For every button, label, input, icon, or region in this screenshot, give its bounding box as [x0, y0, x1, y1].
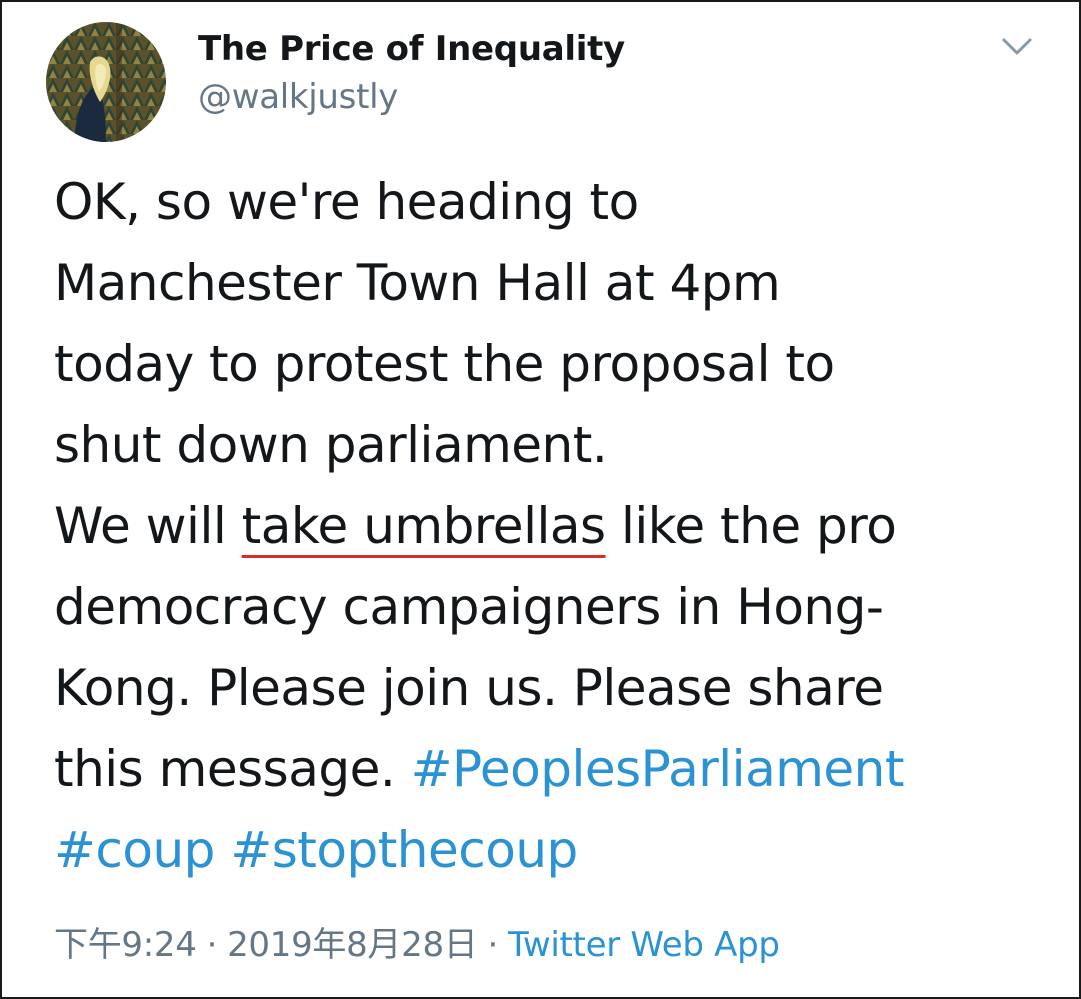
avatar[interactable]	[46, 22, 166, 142]
tweet-text-line: #coup #stopthecoup	[54, 810, 1054, 891]
hashtag-peoples-parliament[interactable]: #PeoplesParliament	[411, 740, 905, 798]
tweet-text-line: democracy campaigners in Hong-	[54, 578, 884, 636]
tweet-text-line: today to protest the proposal to	[54, 335, 835, 393]
tweet-source-link[interactable]: Twitter Web App	[508, 925, 780, 965]
tweet-text-line: Manchester Town Hall at 4pm	[54, 254, 781, 312]
tweet-text-line: Kong. Please join us. Please share	[54, 659, 884, 717]
author-handle[interactable]: @walkjustly	[198, 72, 625, 122]
tweet-card: The Price of Inequality @walkjustly OK, …	[0, 0, 1081, 999]
tweet-text-line: this message. #PeoplesParliament	[54, 729, 1054, 810]
meta-separator: ·	[206, 925, 218, 965]
tweet-meta: 下午9:24 · 2019年8月28日 · Twitter Web App	[54, 920, 780, 970]
author-display-name[interactable]: The Price of Inequality	[198, 26, 625, 72]
text-fragment: We will	[54, 497, 242, 555]
text-fragment: this message.	[54, 740, 411, 798]
meta-separator: ·	[487, 925, 499, 965]
tweet-text: OK, so we're heading to Manchester Town …	[54, 162, 1054, 891]
underlined-phrase: take umbrellas	[241, 497, 606, 555]
tweet-text-line: shut down parliament.	[54, 416, 608, 474]
hashtag-stopthecoup[interactable]: #stopthecoup	[230, 821, 578, 879]
text-fragment: like the pro	[605, 497, 897, 555]
author-block: The Price of Inequality @walkjustly	[198, 26, 625, 122]
tweet-menu-button[interactable]	[998, 32, 1036, 62]
hashtag-coup[interactable]: #coup	[54, 821, 215, 879]
chevron-down-icon	[1002, 38, 1032, 55]
tweet-time[interactable]: 下午9:24	[54, 925, 197, 965]
profile-photo-icon	[46, 22, 166, 142]
tweet-date[interactable]: 2019年8月28日	[227, 925, 478, 965]
tweet-text-line: OK, so we're heading to	[54, 173, 639, 231]
tweet-text-line: We will take umbrellas like the pro	[54, 486, 1054, 567]
